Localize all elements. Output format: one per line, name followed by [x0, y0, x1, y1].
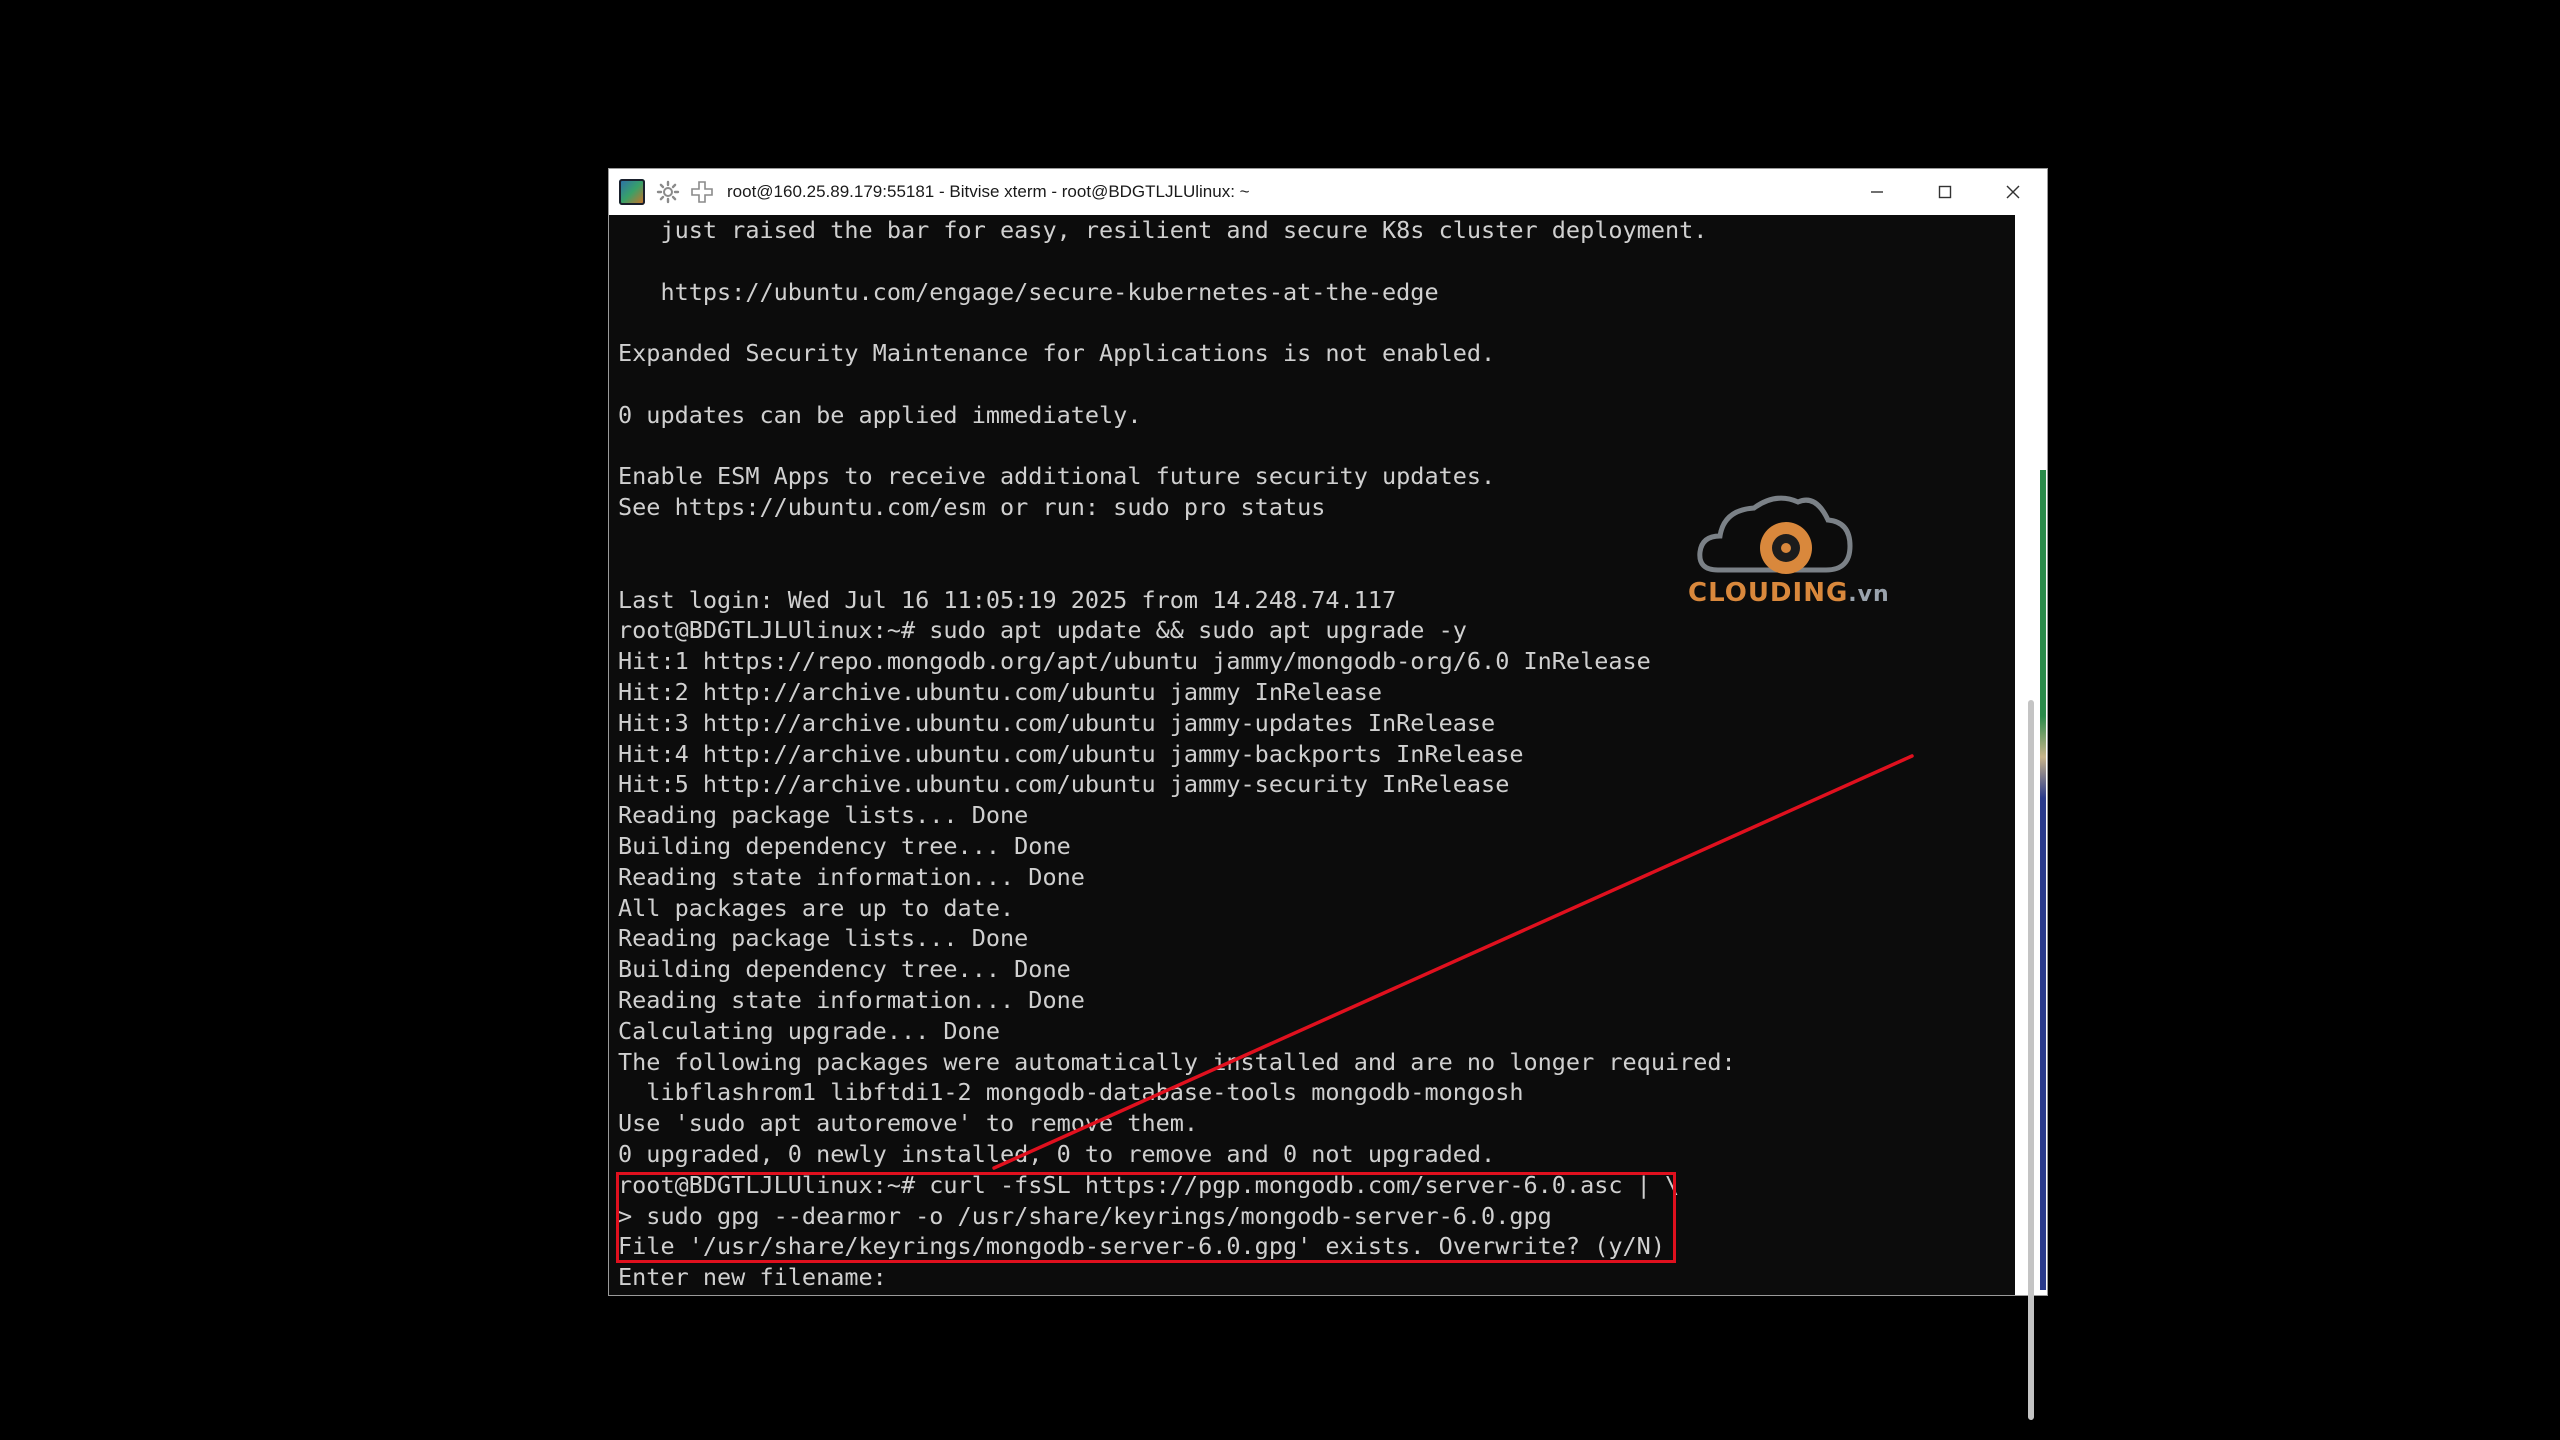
cloud-logo-icon — [1697, 495, 1853, 574]
clouding-watermark: CLOUDING.vn — [1688, 490, 1898, 610]
watermark-suffix: .vn — [1848, 582, 1890, 607]
watermark-brand: CLOUDING — [1688, 578, 1849, 608]
annotation-arrow — [992, 754, 1914, 1170]
watermark-text: CLOUDING.vn — [1688, 578, 1890, 608]
